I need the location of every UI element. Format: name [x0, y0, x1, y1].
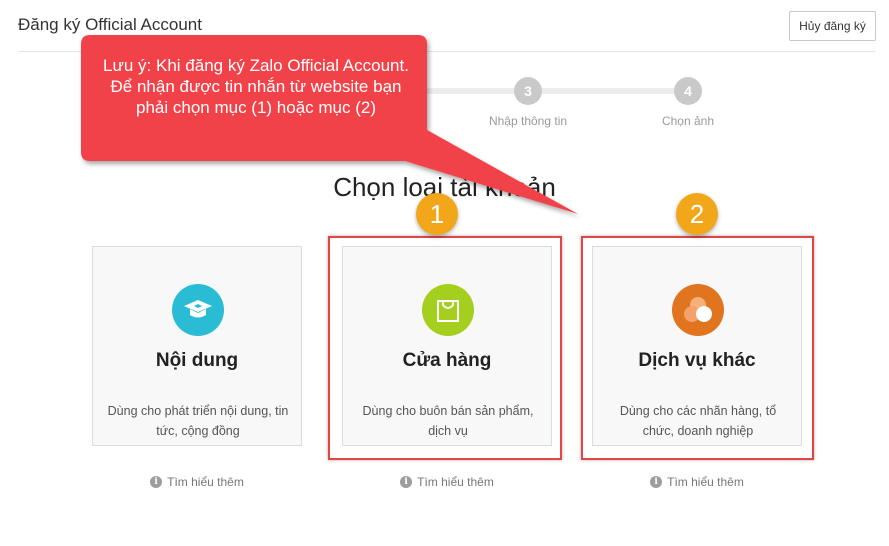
callout-text: Lưu ý: Khi đăng ký Zalo Official Account…	[103, 56, 409, 117]
badge-number-1: 1	[416, 193, 458, 235]
badge-number-2: 2	[676, 193, 718, 235]
